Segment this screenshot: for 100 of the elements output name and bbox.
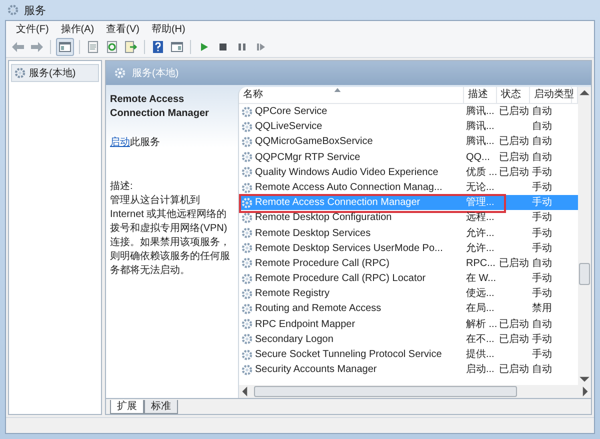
- table-cell: QQ...: [466, 152, 490, 163]
- service-row[interactable]: QQLiveService 腾讯... 自动: [239, 119, 578, 134]
- table-cell: 腾讯...: [466, 136, 494, 148]
- table-cell: 在不...: [466, 334, 494, 345]
- table-cell-text: Remote Desktop Services UserMode Po...: [255, 242, 443, 256]
- vertical-scrollbar[interactable]: [578, 87, 591, 385]
- table-cell: 提供...: [466, 349, 494, 360]
- gear-icon: [241, 257, 253, 270]
- table-cell-text: Routing and Remote Access: [255, 302, 382, 316]
- table-cell: 启动...: [466, 364, 494, 376]
- refresh-icon[interactable]: [104, 39, 120, 55]
- help-icon[interactable]: [150, 39, 166, 55]
- menu-item[interactable]: 查看(V): [104, 22, 142, 36]
- table-cell: 已启动: [499, 152, 529, 163]
- table-cell: 已启动: [499, 334, 529, 345]
- table-cell-text: Secondary Logon: [255, 332, 334, 347]
- table-cell: 已启动: [499, 258, 529, 269]
- service-row[interactable]: Remote Access Auto Connection Manag... 无论... 手动: [239, 180, 578, 196]
- service-row[interactable]: Security Accounts Manager 启动... 已启动 自动: [239, 362, 578, 378]
- gear-icon: [241, 196, 253, 209]
- table-cell: 自动: [532, 318, 552, 330]
- table-cell: 允许...: [466, 228, 494, 238]
- table-cell: RPC...: [466, 258, 496, 269]
- gear-icon: [241, 348, 253, 361]
- table-cell-text: QQPCMgr RTP Service: [255, 150, 360, 165]
- table-cell: 手动: [532, 334, 552, 345]
- gear-icon: [241, 120, 253, 133]
- service-row[interactable]: Remote Registry 使远... 手动: [239, 286, 578, 302]
- table-cell: 手动: [532, 182, 552, 193]
- service-row[interactable]: QQMicroGameBoxService 腾讯... 已启动 自动: [239, 134, 578, 150]
- gear-icon: [241, 136, 253, 148]
- table-cell-text: Remote Desktop Configuration: [255, 211, 392, 226]
- window-icon[interactable]: [169, 39, 185, 55]
- column-header[interactable]: 状态: [497, 87, 530, 103]
- gear-icon: [241, 182, 253, 194]
- table-cell: 手动: [532, 273, 552, 284]
- column-header[interactable]: 描述: [464, 87, 497, 103]
- table-cell: 管理...: [466, 197, 494, 208]
- menu-item[interactable]: 操作(A): [58, 22, 96, 36]
- gear-icon: [241, 288, 253, 300]
- description-label: 描述:: [110, 180, 134, 194]
- service-row[interactable]: QPCore Service 腾讯... 已启动 自动: [239, 104, 578, 120]
- table-cell: 已启动: [499, 136, 529, 148]
- table-cell-text: Remote Registry: [255, 287, 330, 302]
- table-cell-text: Remote Access Auto Connection Manag...: [255, 180, 442, 195]
- table-cell-text: Secure Socket Tunneling Protocol Service: [255, 348, 442, 362]
- view-tab[interactable]: 标准: [144, 400, 178, 414]
- gear-icon: [241, 166, 253, 178]
- table-cell: 自动: [532, 152, 552, 163]
- gear-icon: [241, 333, 253, 346]
- table-cell: 自动: [532, 364, 552, 376]
- table-cell: 自动: [532, 258, 552, 269]
- tree-item[interactable]: 服务(本地): [11, 64, 99, 82]
- service-row[interactable]: RPC Endpoint Mapper 解析 ... 已启动 自动: [239, 316, 578, 332]
- properties-icon[interactable]: [85, 39, 101, 55]
- horizontal-scrollbar[interactable]: [239, 385, 591, 398]
- scroll-thumb[interactable]: [579, 263, 590, 286]
- table-cell: 手动: [532, 166, 552, 178]
- table-cell-text: Remote Procedure Call (RPC): [255, 256, 390, 271]
- table-cell: 禁用: [532, 303, 552, 314]
- table-cell-text: Remote Access Connection Manager: [255, 196, 420, 210]
- service-row[interactable]: Remote Desktop Services UserMode Po... 允许... 手动: [239, 240, 578, 256]
- export-icon[interactable]: [123, 39, 139, 55]
- service-row[interactable]: Remote Procedure Call (RPC) RPC... 已启动 自动: [239, 256, 578, 272]
- menu-item[interactable]: 文件(F): [14, 22, 51, 36]
- table-cell: 腾讯...: [466, 106, 494, 117]
- table-cell: 手动: [532, 349, 552, 360]
- table-cell: 手动: [532, 228, 552, 238]
- view-tab[interactable]: 扩展: [110, 400, 144, 414]
- forward-icon[interactable]: [29, 39, 45, 55]
- console-tree-icon[interactable]: [56, 38, 74, 56]
- menu-item[interactable]: 帮助(H): [149, 22, 188, 36]
- table-cell: 使远...: [466, 288, 494, 300]
- table-cell: 允许...: [466, 242, 494, 254]
- sort-arrow-icon: [334, 88, 341, 92]
- gear-icon: [241, 212, 253, 224]
- table-cell: 手动: [532, 212, 552, 224]
- service-row[interactable]: QQPCMgr RTP Service QQ... 已启动 自动: [239, 150, 578, 165]
- service-row[interactable]: Secure Socket Tunneling Protocol Service 提供... 手动: [239, 347, 578, 362]
- table-cell: 自动: [532, 106, 552, 117]
- table-cell: 在 W...: [466, 273, 496, 284]
- service-row[interactable]: Remote Procedure Call (RPC) Locator 在 W... 手动: [239, 271, 578, 286]
- start-link[interactable]: 启动: [110, 137, 130, 148]
- table-cell-text: Security Accounts Manager: [255, 363, 377, 378]
- service-row[interactable]: Remote Desktop Services 允许... 手动: [239, 226, 578, 241]
- service-row[interactable]: Routing and Remote Access 在局... 禁用: [239, 301, 578, 317]
- scroll-thumb[interactable]: [254, 386, 517, 397]
- pane-title: 服务(本地): [132, 66, 179, 80]
- service-row[interactable]: Secondary Logon 在不... 已启动 手动: [239, 332, 578, 347]
- gear-icon: [14, 67, 26, 79]
- table-cell-text: QPCore Service: [255, 105, 328, 119]
- table-cell: 已启动: [499, 166, 529, 178]
- table-cell-text: QQMicroGameBoxService: [255, 135, 373, 150]
- service-name: Remote Access Connection Manager: [110, 93, 210, 121]
- service-row[interactable]: Quality Windows Audio Video Experience 优质 ... 已启动 手动: [239, 164, 578, 180]
- column-header[interactable]: 启动类型: [530, 87, 572, 103]
- table-cell: 无论...: [466, 182, 494, 193]
- table-cell: 腾讯...: [466, 121, 494, 132]
- service-row[interactable]: Remote Desktop Configuration 远程... 手动: [239, 210, 578, 226]
- gear-icon: [114, 67, 126, 79]
